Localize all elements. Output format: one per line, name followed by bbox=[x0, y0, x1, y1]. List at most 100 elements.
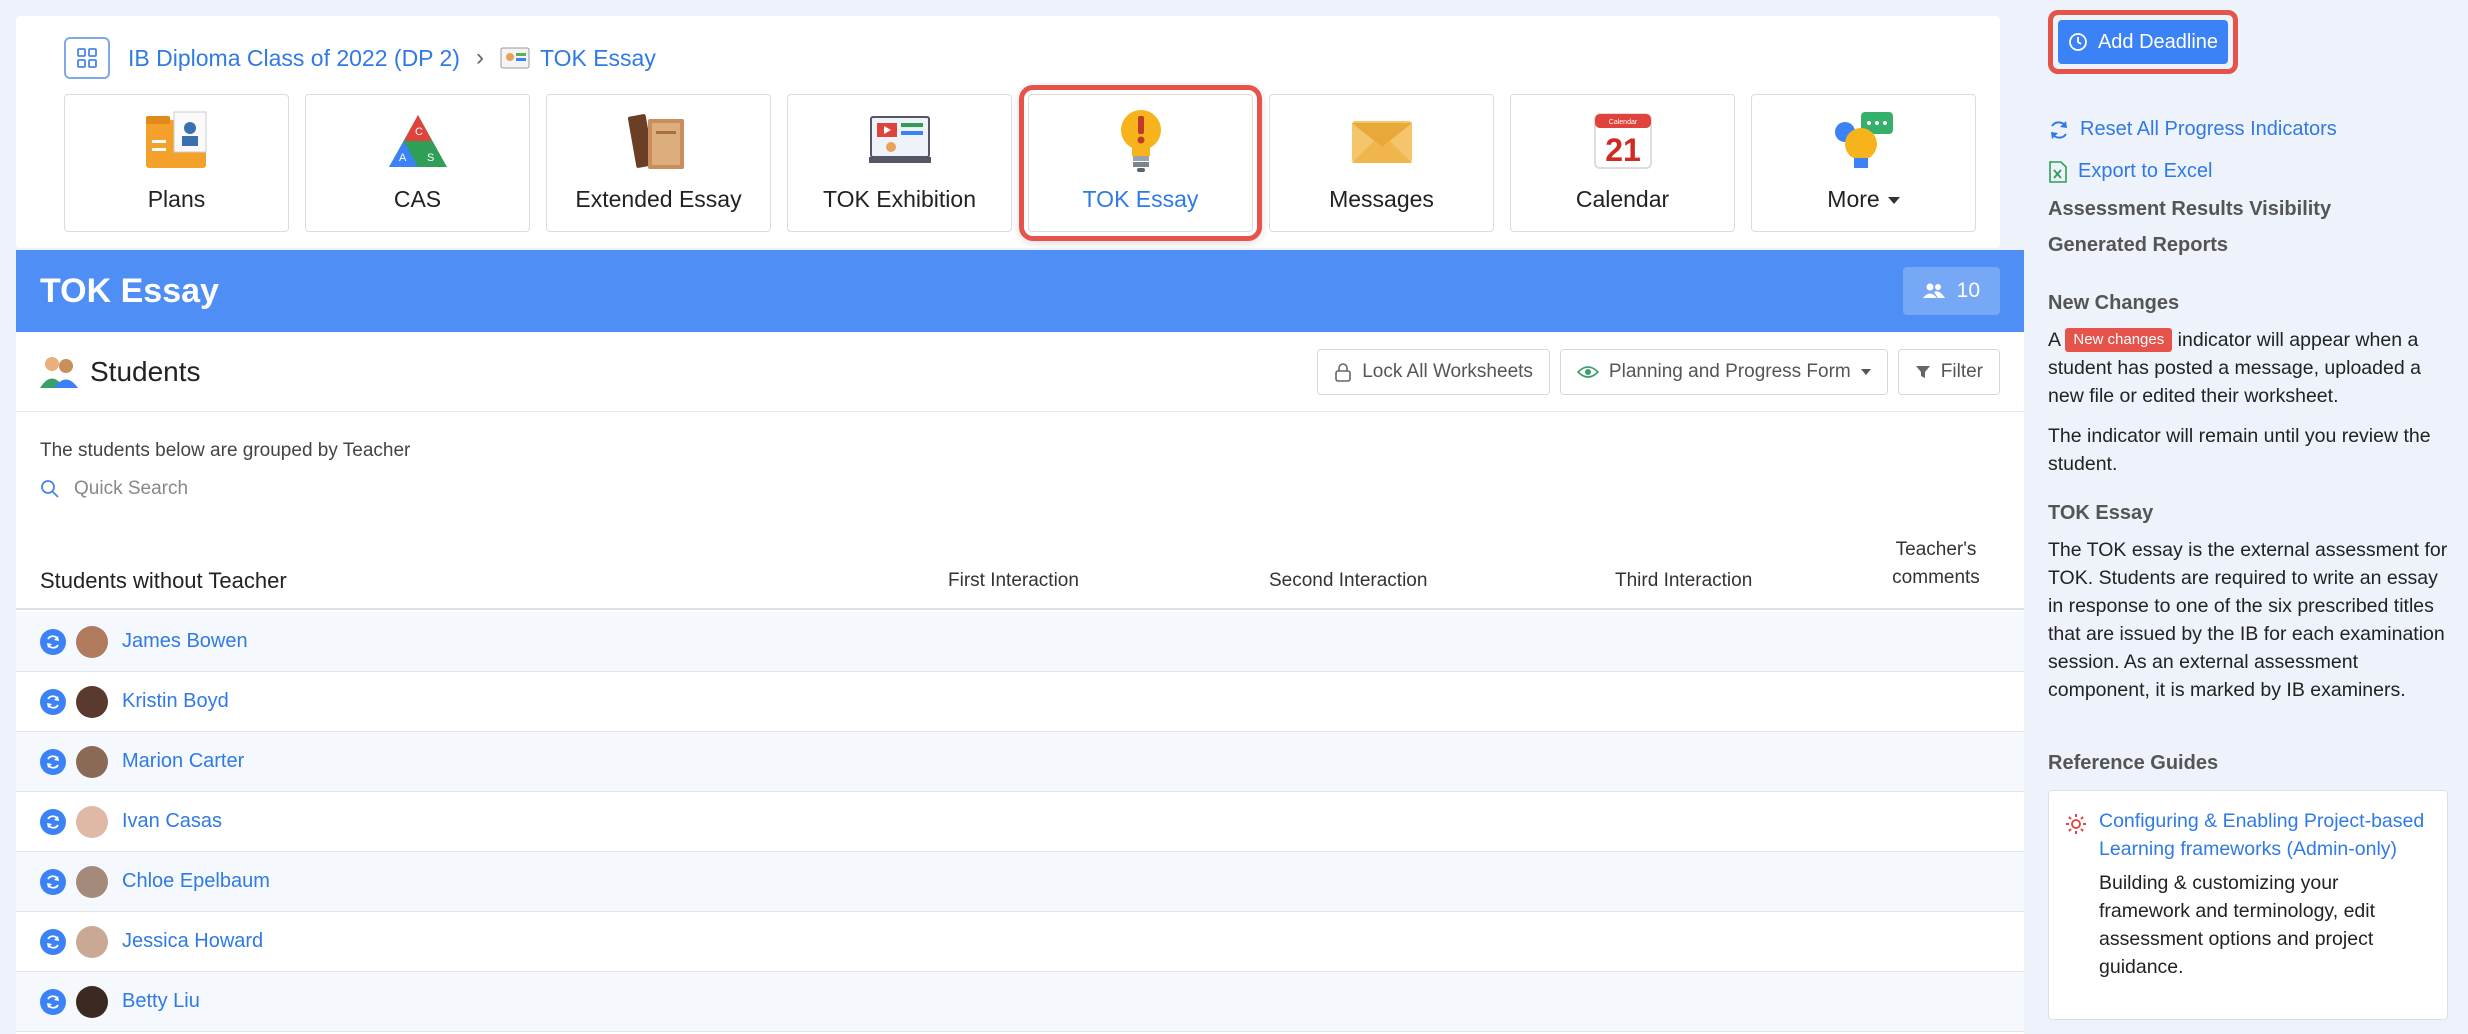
envelope-icon bbox=[1347, 108, 1417, 174]
tile-label: Extended Essay bbox=[575, 186, 742, 212]
refresh-icon[interactable] bbox=[40, 628, 66, 655]
toolbar-actions: Lock All Worksheets Planning and Progres… bbox=[1317, 348, 2000, 395]
student-name-link[interactable]: Ivan Casas bbox=[122, 810, 222, 833]
refresh-icon[interactable] bbox=[40, 808, 66, 835]
refresh-icon[interactable] bbox=[40, 748, 66, 775]
refresh-icon[interactable] bbox=[40, 688, 66, 715]
books-icon bbox=[624, 108, 694, 174]
navigation-card: IB Diploma Class of 2022 (DP 2) › TOK Es… bbox=[16, 16, 2000, 248]
tile-tok-exhibition[interactable]: TOK Exhibition bbox=[787, 94, 1012, 232]
column-first-interaction[interactable]: First Interaction bbox=[948, 570, 1079, 592]
assessment-visibility-link[interactable]: Assessment Results Visibility bbox=[2048, 198, 2331, 221]
grid-icon bbox=[77, 48, 97, 68]
tile-calendar[interactable]: Calendar 21 Calendar bbox=[1510, 94, 1735, 232]
tile-more[interactable]: More bbox=[1751, 94, 1976, 232]
tile-plans[interactable]: Plans bbox=[64, 94, 289, 232]
page-title: TOK Essay bbox=[40, 271, 219, 310]
right-sidebar: Add Deadline Reset All Progress Indicato… bbox=[2048, 0, 2448, 1034]
student-name-link[interactable]: Jessica Howard bbox=[122, 930, 263, 953]
reference-guide-description: Building & customizing your framework an… bbox=[2099, 872, 2376, 978]
column-second-interaction[interactable]: Second Interaction bbox=[1269, 570, 1427, 592]
eye-icon bbox=[1576, 365, 1599, 378]
lightbulb-icon bbox=[1106, 108, 1176, 174]
avatar bbox=[76, 925, 108, 958]
column-teachers-comments[interactable]: Teacher's comments bbox=[1876, 536, 1996, 592]
indicator-note: The indicator will remain until you revi… bbox=[2048, 425, 2431, 475]
tile-tok-essay[interactable]: TOK Essay bbox=[1019, 85, 1262, 241]
breadcrumb-separator: › bbox=[475, 44, 484, 71]
avatar bbox=[76, 985, 108, 1018]
student-name-link[interactable]: Marion Carter bbox=[122, 750, 244, 773]
tok-essay-small-icon bbox=[500, 45, 530, 71]
calendar-icon: Calendar 21 bbox=[1588, 108, 1658, 174]
new-changes-badge: New changes bbox=[2065, 328, 2173, 352]
table-row: Marion Carter bbox=[16, 732, 2024, 792]
tile-cas[interactable]: C A S CAS bbox=[305, 94, 530, 232]
module-tiles: Plans C A S CAS Extended Essay TOK Exhib… bbox=[64, 85, 1976, 241]
breadcrumb-class-link[interactable]: IB Diploma Class of 2022 (DP 2) bbox=[128, 45, 460, 72]
filter-button[interactable]: Filter bbox=[1897, 348, 2000, 395]
users-icon bbox=[1922, 283, 1945, 298]
grouped-note: The students below are grouped by Teache… bbox=[40, 440, 411, 461]
tile-label: TOK Exhibition bbox=[823, 186, 976, 212]
main-panel: TOK Essay 10 Students Lock All Worksheet… bbox=[16, 250, 2024, 1034]
generated-reports-link[interactable]: Generated Reports bbox=[2048, 234, 2228, 257]
refresh-icon[interactable] bbox=[40, 928, 66, 955]
student-name-link[interactable]: Betty Liu bbox=[122, 990, 200, 1013]
refresh-icon[interactable] bbox=[40, 868, 66, 895]
plans-folder-icon bbox=[142, 108, 212, 174]
table-row: James Bowen bbox=[16, 612, 2024, 672]
avatar bbox=[76, 685, 108, 718]
planning-progress-form-dropdown[interactable]: Planning and Progress Form bbox=[1559, 348, 1888, 395]
tile-more-label: More bbox=[1827, 186, 1900, 213]
student-list: James Bowen Kristin Boyd Marion Carter I… bbox=[16, 612, 2024, 1032]
lock-all-worksheets-button[interactable]: Lock All Worksheets bbox=[1317, 348, 1550, 395]
tile-label: Plans bbox=[147, 186, 206, 212]
svg-text:S: S bbox=[427, 152, 434, 164]
export-excel-link[interactable]: Export to Excel bbox=[2048, 160, 2213, 183]
table-row: Chloe Epelbaum bbox=[16, 852, 2024, 912]
breadcrumb-current[interactable]: TOK Essay bbox=[540, 45, 656, 72]
table-row: Jessica Howard bbox=[16, 912, 2024, 972]
student-name-link[interactable]: James Bowen bbox=[122, 630, 248, 653]
tile-label: Calendar bbox=[1575, 186, 1670, 212]
svg-text:21: 21 bbox=[1605, 132, 1641, 168]
cas-triangle-icon: C A S bbox=[383, 108, 453, 174]
table-header: Students without Teacher First Interacti… bbox=[16, 539, 2024, 610]
search-input[interactable] bbox=[74, 478, 474, 500]
tile-messages[interactable]: Messages bbox=[1269, 94, 1494, 232]
add-deadline-button[interactable]: Add Deadline bbox=[2058, 20, 2228, 64]
reset-progress-link[interactable]: Reset All Progress Indicators bbox=[2048, 118, 2337, 141]
tok-essay-description: The TOK essay is the external assessment… bbox=[2048, 539, 2448, 701]
refresh-icon[interactable] bbox=[40, 988, 66, 1015]
students-heading: Students bbox=[40, 355, 201, 389]
column-third-interaction[interactable]: Third Interaction bbox=[1615, 570, 1752, 592]
gear-icon bbox=[2066, 814, 2086, 834]
svg-text:A: A bbox=[399, 152, 407, 164]
tile-extended-essay[interactable]: Extended Essay bbox=[546, 94, 771, 232]
clock-icon bbox=[2069, 33, 2087, 51]
more-lightbulb-chat-icon bbox=[1829, 108, 1899, 174]
student-count: 10 bbox=[1956, 279, 1980, 302]
table-row: Kristin Boyd bbox=[16, 672, 2024, 732]
refresh-icon bbox=[2051, 120, 2067, 139]
breadcrumb: IB Diploma Class of 2022 (DP 2) › TOK Es… bbox=[64, 36, 656, 80]
tile-label: TOK Essay bbox=[1082, 186, 1199, 212]
student-name-link[interactable]: Kristin Boyd bbox=[122, 690, 229, 713]
reference-guide-link[interactable]: Configuring & Enabling Project-based Lea… bbox=[2099, 807, 2431, 863]
students-title: Students bbox=[90, 355, 201, 387]
avatar bbox=[76, 805, 108, 838]
avatar bbox=[76, 625, 108, 658]
students-toolbar: Students Lock All Worksheets Planning an… bbox=[16, 332, 2024, 412]
tok-essay-heading: TOK Essay bbox=[2048, 502, 2154, 524]
student-name-link[interactable]: Chloe Epelbaum bbox=[122, 870, 270, 893]
new-changes-text: A New changes indicator will appear when… bbox=[2048, 328, 2421, 407]
tile-label: Messages bbox=[1329, 186, 1434, 212]
lock-icon bbox=[1335, 362, 1351, 382]
svg-text:Calendar: Calendar bbox=[1608, 119, 1637, 126]
table-row: Betty Liu bbox=[16, 972, 2024, 1032]
student-count-badge[interactable]: 10 bbox=[1902, 267, 2000, 315]
apps-grid-button[interactable] bbox=[64, 37, 110, 79]
chevron-down-icon bbox=[1887, 197, 1900, 205]
search-icon bbox=[41, 480, 59, 498]
